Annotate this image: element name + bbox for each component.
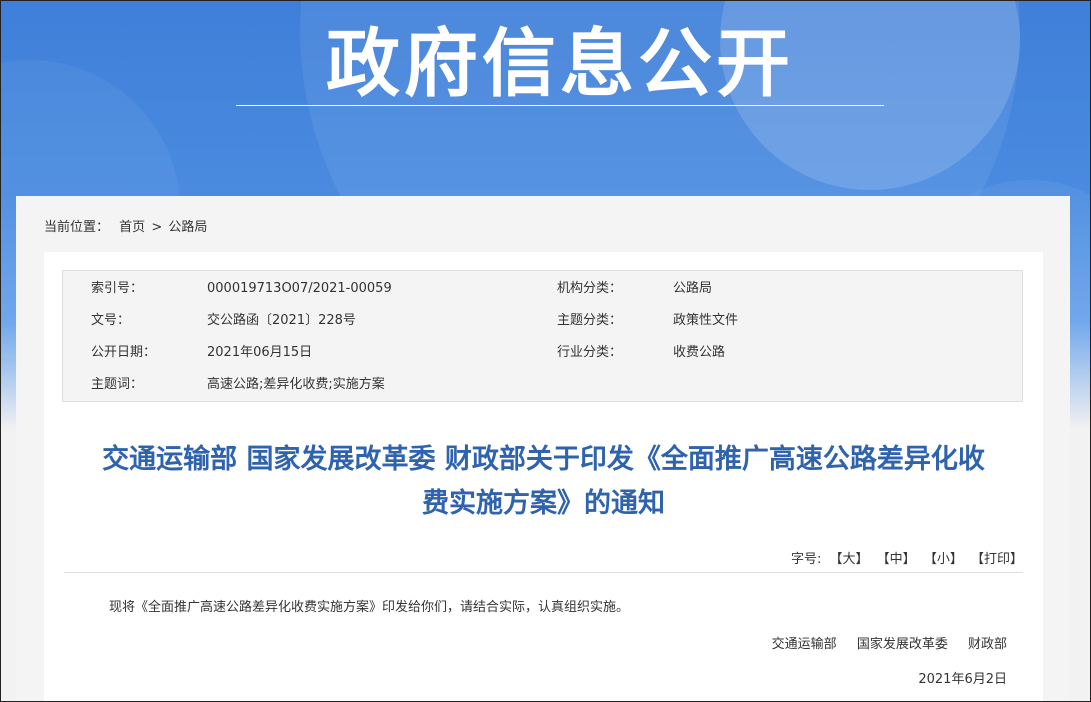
signer: 国家发展改革委 — [856, 637, 948, 652]
industry-value: 收费公路 — [673, 345, 726, 360]
index-label: 索引号： — [91, 281, 144, 296]
index-value: 000019713O07/2021-00059 — [207, 281, 392, 296]
document-title-line: 交通运输部 国家发展改革委 财政部关于印发《全面推广高速公路差异化收 — [102, 444, 985, 475]
docno-value: 交公路函〔2021〕228号 — [207, 313, 356, 328]
signer: 交通运输部 — [771, 637, 837, 652]
meta-row: 索引号： 000019713O07/2021-00059 机构分类： 公路局 — [63, 273, 1022, 305]
font-large-button[interactable]: 【大】 — [830, 552, 869, 567]
print-button[interactable]: 【打印】 — [971, 552, 1023, 567]
docno-label: 文号： — [91, 313, 131, 328]
keywords-label: 主题词： — [91, 377, 144, 392]
banner-divider — [236, 105, 884, 106]
font-size-tools: 字号: 【大】 【中】 【小】 【打印】 — [791, 548, 1023, 567]
breadcrumb-prefix: 当前位置： — [44, 220, 110, 235]
meta-row: 主题词： 高速公路;差异化收费;实施方案 — [63, 369, 1022, 401]
main-panel: 当前位置： 首页 > 公路局 索引号： 000019713O07/2021-00… — [16, 196, 1070, 702]
signer: 财政部 — [967, 637, 1007, 652]
topic-label: 主题分类： — [557, 313, 623, 328]
metadata-table: 索引号： 000019713O07/2021-00059 机构分类： 公路局 文… — [62, 270, 1023, 402]
banner-title: 政府信息公开 — [326, 21, 794, 107]
breadcrumb-current-link[interactable]: 公路局 — [168, 220, 207, 235]
org-value: 公路局 — [673, 281, 713, 296]
content-divider — [64, 572, 1023, 573]
signers: 交通运输部 国家发展改革委 财政部 — [756, 633, 1007, 652]
breadcrumb-separator: > — [151, 220, 163, 235]
meta-row: 文号： 交公路函〔2021〕228号 主题分类： 政策性文件 — [63, 305, 1022, 337]
topic-value: 政策性文件 — [673, 313, 739, 328]
font-medium-button[interactable]: 【中】 — [877, 552, 916, 567]
font-small-button[interactable]: 【小】 — [924, 552, 963, 567]
document-date: 2021年6月2日 — [918, 672, 1007, 687]
document-body: 现将《全面推广高速公路差异化收费实施方案》印发给你们，请结合实际，认真组织实施。 — [109, 600, 630, 615]
document-title: 交通运输部 国家发展改革委 财政部关于印发《全面推广高速公路差异化收 费实施方案… — [64, 438, 1023, 526]
date-label: 公开日期： — [91, 345, 157, 360]
keywords-value: 高速公路;差异化收费;实施方案 — [207, 377, 385, 392]
article-content: 索引号： 000019713O07/2021-00059 机构分类： 公路局 文… — [44, 252, 1043, 702]
meta-row: 公开日期： 2021年06月15日 行业分类： 收费公路 — [63, 337, 1022, 369]
breadcrumb: 当前位置： 首页 > 公路局 — [44, 216, 207, 235]
date-value: 2021年06月15日 — [207, 345, 313, 360]
font-size-label: 字号: — [790, 552, 822, 567]
breadcrumb-home-link[interactable]: 首页 — [119, 220, 145, 235]
industry-label: 行业分类： — [557, 345, 623, 360]
org-label: 机构分类： — [557, 281, 623, 296]
document-title-line: 费实施方案》的通知 — [422, 488, 665, 519]
